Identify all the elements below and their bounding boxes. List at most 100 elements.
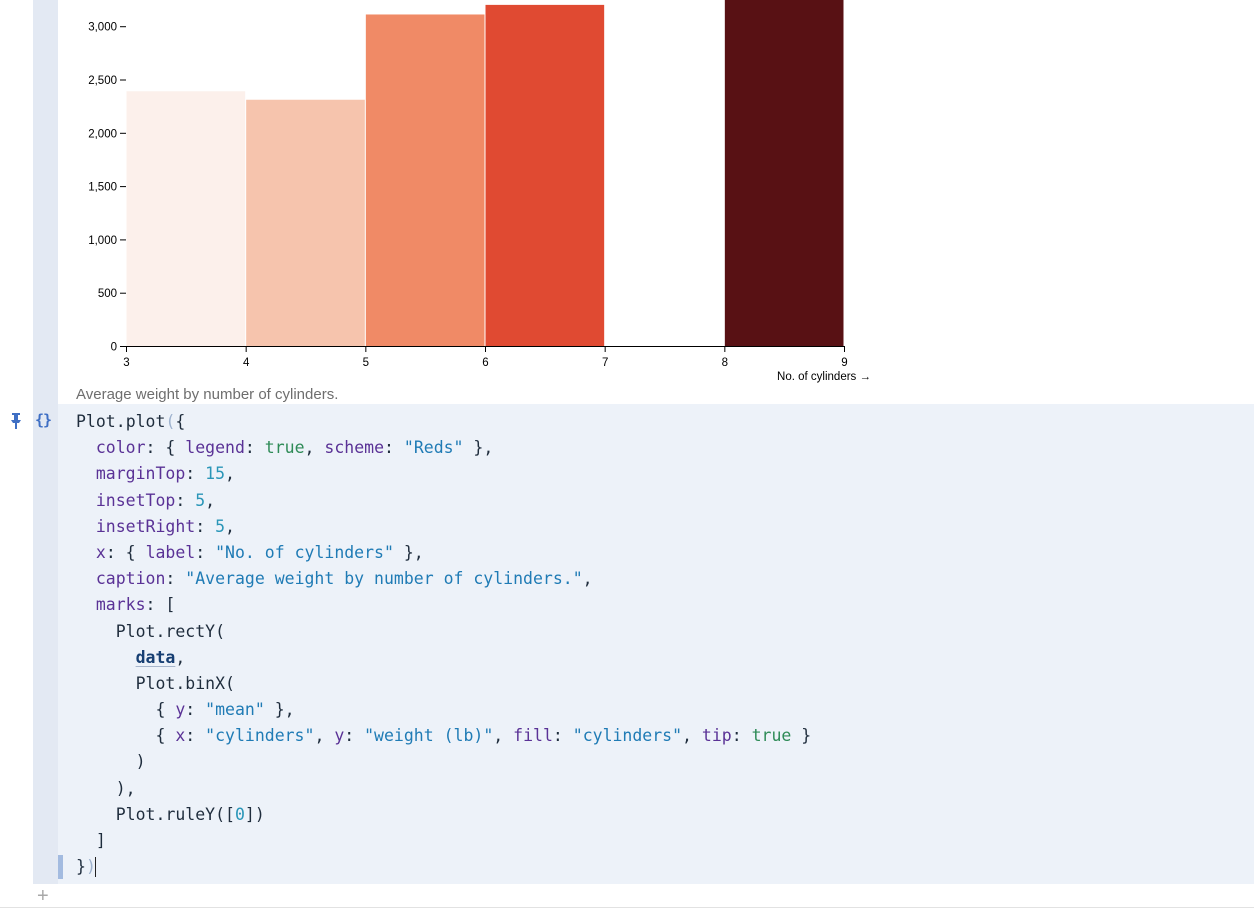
code-line[interactable]: data, [76,645,811,671]
y-tick-label-0: 0 [111,342,117,354]
y-tick-label-4: 2,000 [88,128,117,140]
code-token: : [344,726,365,746]
code-token: , [225,516,235,536]
code-line[interactable]: }) [76,854,811,880]
code-token: legend [185,438,245,458]
bar-chart[interactable]: 0 500 1,000 1,500 2,000 2,500 3,000 3 4 5 6 7 8 9 No. … [0,0,900,400]
y-tick-label-5: 2,500 [88,75,117,87]
code-line[interactable]: { x: "cylinders", y: "weight (lb)", fill… [76,723,811,749]
code-line[interactable]: x: { label: "No. of cylinders" }, [76,540,811,566]
bar-0[interactable] [126,91,246,346]
code-line[interactable]: ), [76,776,811,802]
code-line[interactable]: Plot.ruleY([0]) [76,802,811,828]
code-token: Plot [115,621,156,641]
braces-icon[interactable]: {} [35,411,52,429]
code-token: : [244,438,265,458]
code-token: }, [463,438,494,458]
code-token: Plot [76,412,116,431]
code-token: scheme [324,438,385,458]
code-token: Plot [135,673,176,693]
code-token: ( [215,621,226,641]
code-token: true [751,726,792,746]
code-token: }, [264,700,295,720]
code-token: : [185,726,206,746]
code-token: : [185,464,206,484]
divider [0,907,1254,908]
code-token: insetTop [95,490,176,510]
code-token: . [155,804,166,824]
bar-1[interactable] [246,99,365,346]
code-token: ( [225,673,235,693]
code-token: ] [76,831,106,850]
code-token: . [115,412,126,431]
bar-3[interactable] [485,4,605,346]
y-tick-label-2: 1,000 [88,235,117,247]
code-token: ]) [244,804,265,824]
code-line[interactable]: Plot.binX( [76,671,811,697]
code-line[interactable]: insetTop: 5, [76,488,811,514]
x-axis-label: No. of cylinders → [777,371,871,383]
code-token: tip [701,726,732,746]
code-token: ([ [215,804,235,824]
code-token: : { [105,542,146,562]
code-token: , [175,647,186,667]
code-token: Plot [115,804,156,824]
code-token: : [731,726,752,746]
y-tick-label-6: 3,000 [88,22,117,34]
code-token: x [95,542,106,562]
code-line[interactable]: color: { legend: true, scheme: "Reds" }, [76,435,811,461]
bar-4[interactable] [724,0,844,346]
code-token: , [582,569,593,589]
code-token: , [205,490,216,510]
x-tick-label-0: 3 [123,357,129,369]
code-token: : [165,569,186,589]
code-line[interactable]: marginTop: 15, [76,461,811,487]
code-token: , [314,726,335,746]
code-token: "mean" [205,700,265,720]
code-token: , [493,726,514,746]
y-tick-label-1: 500 [98,288,117,300]
code-token: : [384,438,404,458]
code-token: { [76,700,176,720]
code-line[interactable]: ) [76,749,811,775]
code-token: 0 [234,804,245,824]
code-token: label [145,542,196,562]
add-cell-button[interactable]: + [37,886,49,906]
code-line[interactable]: Plot.plot({ [76,409,811,435]
code-token: ), [76,778,136,798]
code-token: plot [125,412,166,431]
x-tick-label-3: 6 [482,357,488,369]
code-line[interactable]: marks: [ [76,592,811,618]
code-line[interactable]: ] [76,828,811,854]
code-line[interactable]: caption: "Average weight by number of cy… [76,566,811,592]
code-token: { [76,726,176,746]
code-token: : [185,700,206,720]
code-token: : [195,542,216,562]
code-content[interactable]: Plot.plot({ color: { legend: true, schem… [76,409,811,880]
code-line[interactable]: { y: "mean" }, [76,697,811,723]
code-token: marginTop [95,464,186,484]
code-token: ) [76,752,146,772]
code-token: , [682,726,702,746]
code-token: "Average weight by number of cylinders." [185,569,583,589]
code-line[interactable]: Plot.rectY( [76,619,811,645]
code-token: insetRight [95,516,196,536]
code-line[interactable]: insetRight: 5, [76,514,811,540]
code-token: "cylinders" [205,726,315,746]
code-token: ruleY [165,804,216,824]
code-token: "cylinders" [572,726,683,746]
code-token: ( [165,412,176,431]
pin-icon[interactable] [9,412,23,430]
x-tick-label-6: 9 [841,357,847,369]
bar-2[interactable] [365,14,485,347]
code-token: : [195,516,216,536]
